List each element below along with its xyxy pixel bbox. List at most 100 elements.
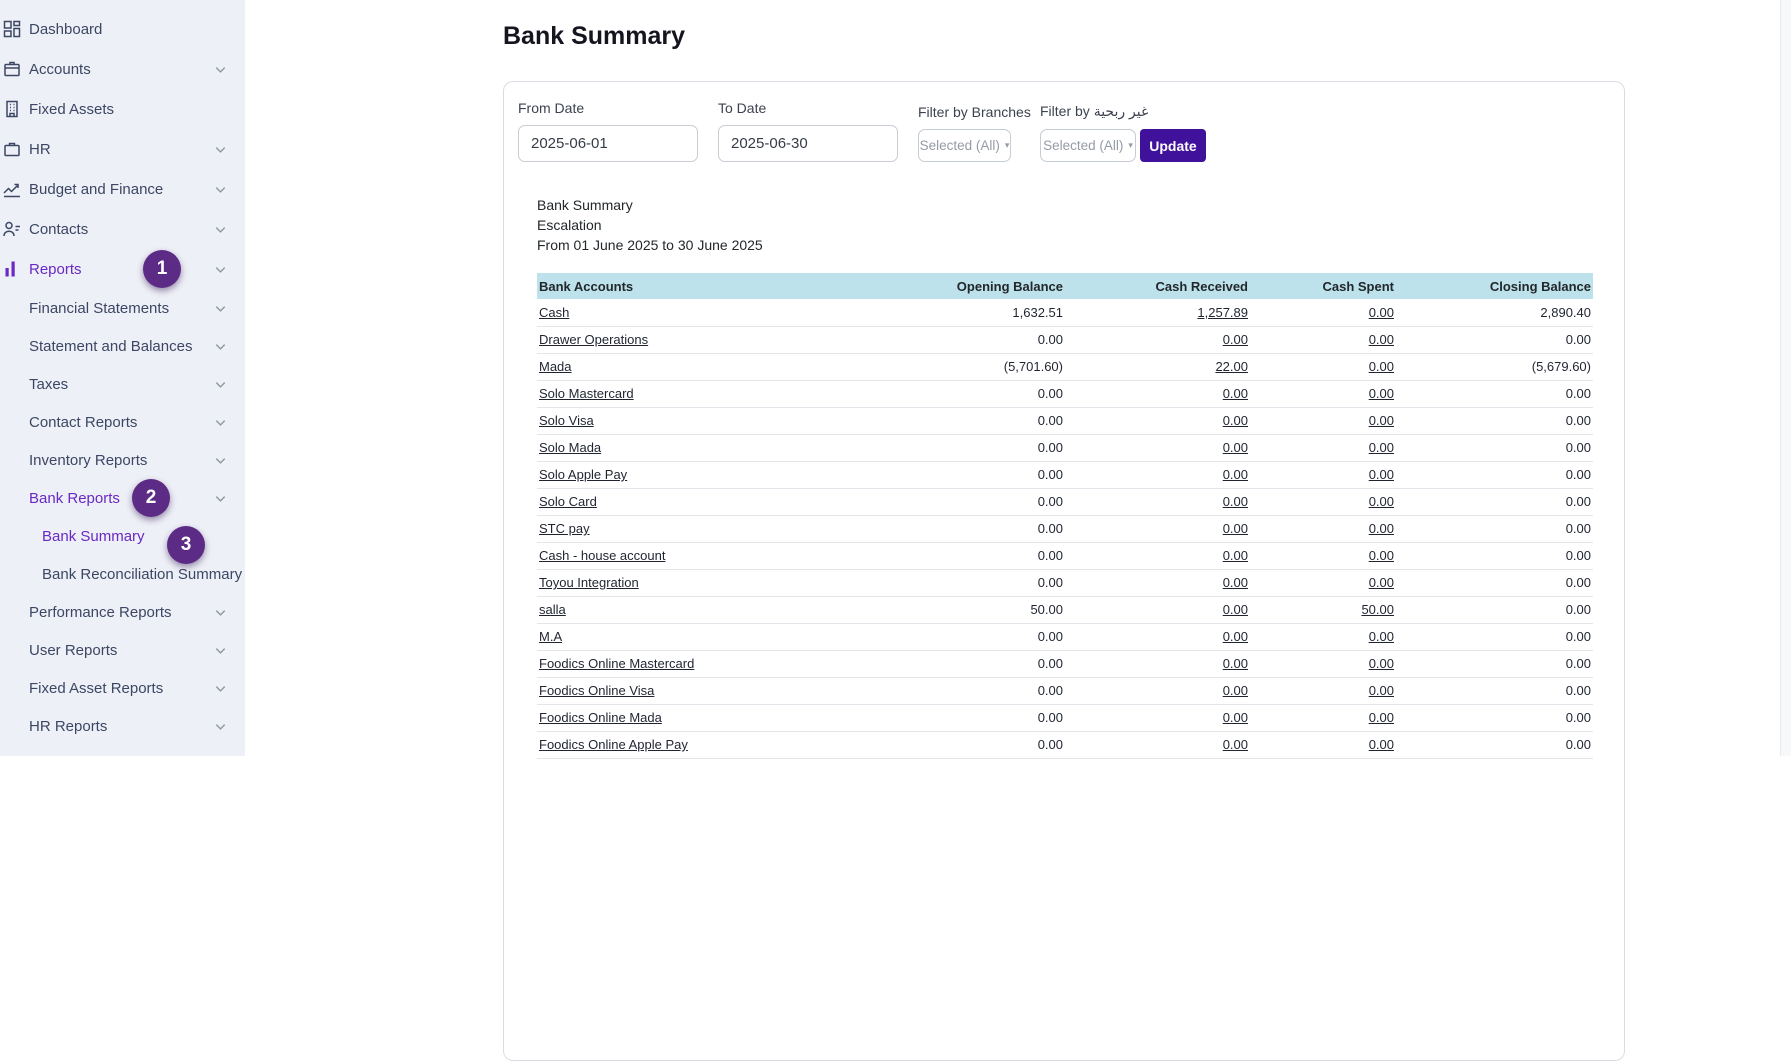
cash-spent-link[interactable]: 0.00 — [1369, 737, 1394, 752]
cash-spent-link[interactable]: 0.00 — [1369, 386, 1394, 401]
cash-spent-link[interactable]: 0.00 — [1369, 467, 1394, 482]
bank-account-link[interactable]: Foodics Online Visa — [539, 683, 654, 698]
sidebar-item-user-reports[interactable]: User Reports — [0, 631, 245, 669]
sidebar-item-fixed-assets[interactable]: Fixed Assets — [0, 89, 245, 129]
opening-balance-cell: 0.00 — [835, 542, 1065, 570]
cash-received-link[interactable]: 22.00 — [1215, 359, 1248, 374]
bank-account-link[interactable]: Foodics Online Mada — [539, 710, 662, 725]
step-badge-3: 3 — [167, 526, 205, 564]
tag-dropdown[interactable]: Selected (All) ▾ — [1040, 129, 1136, 162]
cash-spent-link[interactable]: 0.00 — [1369, 494, 1394, 509]
cash-spent-link[interactable]: 0.00 — [1369, 710, 1394, 725]
cash-received-link[interactable]: 0.00 — [1223, 710, 1248, 725]
main-content: Bank Summary From Date To Date Filter by… — [245, 0, 1791, 1061]
cash-spent-link[interactable]: 0.00 — [1369, 305, 1394, 320]
cash-received-link[interactable]: 0.00 — [1223, 548, 1248, 563]
sidebar-item-contact-reports[interactable]: Contact Reports — [0, 403, 245, 441]
cash-spent-link[interactable]: 0.00 — [1369, 656, 1394, 671]
cash-received-link[interactable]: 1,257.89 — [1197, 305, 1248, 320]
from-date-input[interactable] — [518, 125, 698, 162]
cash-received-link[interactable]: 0.00 — [1223, 440, 1248, 455]
chevron-down-icon — [215, 305, 226, 312]
bank-account-link[interactable]: Cash — [539, 305, 569, 320]
cash-received-link[interactable]: 0.00 — [1223, 332, 1248, 347]
bank-account-link[interactable]: Solo Mada — [539, 440, 601, 455]
closing-balance-cell: 0.00 — [1396, 623, 1593, 651]
bank-account-link[interactable]: Mada — [539, 359, 572, 374]
sidebar-item-bank-summary[interactable]: Bank Summary 3 — [0, 517, 245, 564]
cash-spent-link[interactable]: 0.00 — [1369, 521, 1394, 536]
cash-spent-link[interactable]: 0.00 — [1369, 575, 1394, 590]
opening-balance-cell: 0.00 — [835, 407, 1065, 435]
bank-account-link[interactable]: Foodics Online Mastercard — [539, 656, 694, 671]
cash-spent-link[interactable]: 0.00 — [1369, 440, 1394, 455]
sidebar-item-reports[interactable]: Reports 1 — [0, 249, 245, 289]
cash-spent-link[interactable]: 0.00 — [1369, 413, 1394, 428]
sidebar-item-fixed-asset-reports[interactable]: Fixed Asset Reports — [0, 669, 245, 707]
opening-balance-cell: 0.00 — [835, 326, 1065, 354]
cash-spent-link[interactable]: 0.00 — [1369, 332, 1394, 347]
dashboard-icon — [2, 19, 24, 39]
cash-spent-link[interactable]: 0.00 — [1369, 683, 1394, 698]
sidebar-item-dashboard[interactable]: Dashboard — [0, 9, 245, 49]
cash-received-link[interactable]: 0.00 — [1223, 521, 1248, 536]
bank-account-link[interactable]: Drawer Operations — [539, 332, 648, 347]
sidebar-item-contacts[interactable]: Contacts — [0, 209, 245, 249]
bank-account-link[interactable]: Foodics Online Apple Pay — [539, 737, 688, 752]
cash-received-link[interactable]: 0.00 — [1223, 494, 1248, 509]
bank-account-link[interactable]: Toyou Integration — [539, 575, 639, 590]
cash-received-link[interactable]: 0.00 — [1223, 575, 1248, 590]
branches-dropdown[interactable]: Selected (All) ▾ — [918, 129, 1011, 162]
sidebar-item-taxes[interactable]: Taxes — [0, 365, 245, 403]
sidebar-item-bank-reconciliation-summary[interactable]: Bank Reconciliation Summary — [0, 555, 245, 593]
report-subtitle: Escalation — [537, 217, 602, 233]
opening-balance-cell: 0.00 — [835, 677, 1065, 705]
sidebar-item-accounts[interactable]: Accounts — [0, 49, 245, 89]
sidebar-item-bank-reports[interactable]: Bank Reports 2 — [0, 479, 245, 517]
bank-account-link[interactable]: STC pay — [539, 521, 590, 536]
sidebar-item-financial-statements[interactable]: Financial Statements — [0, 289, 245, 327]
sidebar-item-hr-reports[interactable]: HR Reports — [0, 707, 245, 745]
chevron-down-icon — [215, 647, 226, 654]
sidebar-item-hr[interactable]: HR — [0, 129, 245, 169]
sidebar-item-statement-and-balances[interactable]: Statement and Balances — [0, 327, 245, 365]
opening-balance-cell: 50.00 — [835, 596, 1065, 624]
cash-received-link[interactable]: 0.00 — [1223, 629, 1248, 644]
sidebar-item-performance-reports[interactable]: Performance Reports — [0, 593, 245, 631]
bank-account-link[interactable]: Solo Mastercard — [539, 386, 634, 401]
bank-account-link[interactable]: Solo Card — [539, 494, 597, 509]
caret-down-icon: ▾ — [1004, 140, 1010, 150]
bank-account-link[interactable]: Cash - house account — [539, 548, 665, 563]
col-closing-balance: Closing Balance — [1396, 273, 1593, 299]
cash-received-link[interactable]: 0.00 — [1223, 683, 1248, 698]
cash-received-link[interactable]: 0.00 — [1223, 656, 1248, 671]
cash-spent-link[interactable]: 50.00 — [1361, 602, 1394, 617]
cash-spent-link[interactable]: 0.00 — [1369, 548, 1394, 563]
bank-account-link[interactable]: Solo Apple Pay — [539, 467, 627, 482]
update-button[interactable]: Update — [1140, 129, 1206, 162]
opening-balance-cell: 0.00 — [835, 650, 1065, 678]
col-cash-received: Cash Received — [1065, 273, 1250, 299]
bank-account-link[interactable]: M.A — [539, 629, 562, 644]
cash-received-link[interactable]: 0.00 — [1223, 413, 1248, 428]
scrollbar-track[interactable] — [1780, 0, 1791, 756]
closing-balance-cell: 0.00 — [1396, 650, 1593, 678]
cash-spent-link[interactable]: 0.00 — [1369, 629, 1394, 644]
closing-balance-cell: 0.00 — [1396, 596, 1593, 624]
bank-account-link[interactable]: salla — [539, 602, 566, 617]
opening-balance-cell: 0.00 — [835, 434, 1065, 462]
sidebar-item-inventory-reports[interactable]: Inventory Reports — [0, 441, 245, 479]
cash-spent-link[interactable]: 0.00 — [1369, 359, 1394, 374]
cash-received-link[interactable]: 0.00 — [1223, 602, 1248, 617]
bank-account-link[interactable]: Solo Visa — [539, 413, 594, 428]
sidebar-item-budget-and-finance[interactable]: Budget and Finance — [0, 169, 245, 209]
chevron-down-icon — [215, 186, 226, 193]
chevron-down-icon — [215, 419, 226, 426]
cash-received-link[interactable]: 0.00 — [1223, 386, 1248, 401]
to-date-input[interactable] — [718, 125, 898, 162]
cash-received-link[interactable]: 0.00 — [1223, 737, 1248, 752]
cash-received-link[interactable]: 0.00 — [1223, 467, 1248, 482]
opening-balance-cell: 0.00 — [835, 515, 1065, 543]
closing-balance-cell: 0.00 — [1396, 488, 1593, 516]
fixed-assets-icon — [2, 99, 24, 119]
